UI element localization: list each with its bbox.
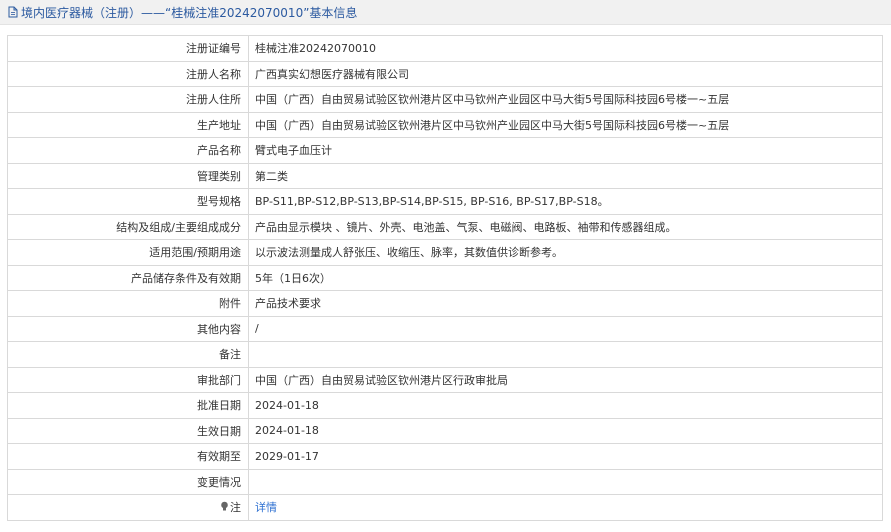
field-label: 产品储存条件及有效期 [7, 264, 249, 291]
field-label: 其他内容 [7, 315, 249, 342]
field-label: 产品名称 [7, 137, 249, 164]
field-value: 广西真实幻想医疗器械有限公司 [248, 60, 883, 87]
table-row: 生产地址 中国（广西）自由贸易试验区钦州港片区中马钦州产业园区中马大街5号国际科技… [7, 111, 883, 138]
table-row: 生效日期 2024-01-18 [7, 417, 883, 444]
table-row: 注 详情 [7, 494, 883, 521]
table-row: 管理类别 第二类 [7, 162, 883, 189]
table-row: 有效期至 2029-01-17 [7, 443, 883, 470]
field-label: 变更情况 [7, 468, 249, 495]
info-table: 注册证编号 桂械注准20242070010 注册人名称 广西真实幻想医疗器械有限公司注… [7, 35, 883, 521]
field-value: 2024-01-18 [248, 417, 883, 444]
table-row: 批准日期 2024-01-18 [7, 392, 883, 419]
field-value: 产品技术要求 [248, 290, 883, 317]
field-value: 臂式电子血压计 [248, 137, 883, 164]
note-value-cell: 详情 [248, 494, 883, 521]
field-label: 适用范围/预期用途 [7, 239, 249, 266]
table-row: 注册证编号 桂械注准20242070010 [7, 35, 883, 62]
table-row: 适用范围/预期用途 以示波法测量成人舒张压、收缩压、脉率，其数值供诊断参考。 [7, 239, 883, 266]
table-row: 备注 [7, 341, 883, 368]
field-value: 产品由显示模块 、镜片、外壳、电池盖、气泵、电磁阀、电路板、袖带和传感器组成。 [248, 213, 883, 240]
field-value: 2029-01-17 [248, 443, 883, 470]
field-label: 备注 [7, 341, 249, 368]
details-link[interactable]: 详情 [255, 501, 277, 514]
field-label: 生产地址 [7, 111, 249, 138]
field-label: 审批部门 [7, 366, 249, 393]
field-value: 中国（广西）自由贸易试验区钦州港片区行政审批局 [248, 366, 883, 393]
page-title: 境内医疗器械（注册）——“桂械注准20242070010”基本信息 [21, 5, 358, 20]
field-label: 注册人住所 [7, 86, 249, 113]
field-label: 注册人名称 [7, 60, 249, 87]
field-value: 5年（1日6次） [248, 264, 883, 291]
field-value: 2024-01-18 [248, 392, 883, 419]
table-row: 产品储存条件及有效期 5年（1日6次） [7, 264, 883, 291]
table-row: 型号规格 BP-S11,BP-S12,BP-S13,BP-S14,BP-S15, … [7, 188, 883, 215]
table-row: 其他内容 / [7, 315, 883, 342]
field-label: 生效日期 [7, 417, 249, 444]
field-label: 结构及组成/主要组成成分 [7, 213, 249, 240]
field-label: 附件 [7, 290, 249, 317]
table-row: 结构及组成/主要组成成分 产品由显示模块 、镜片、外壳、电池盖、气泵、电磁阀、电路… [7, 213, 883, 240]
note-label: 注 [230, 501, 241, 515]
note-label-cell: 注 [7, 494, 249, 521]
table-row: 产品名称 臂式电子血压计 [7, 137, 883, 164]
field-value: 以示波法测量成人舒张压、收缩压、脉率，其数值供诊断参考。 [248, 239, 883, 266]
table-row: 附件 产品技术要求 [7, 290, 883, 317]
field-value [248, 341, 883, 368]
document-icon [8, 6, 18, 18]
field-value: 中国（广西）自由贸易试验区钦州港片区中马钦州产业园区中马大街5号国际科技园6号楼… [248, 111, 883, 138]
field-value: / [248, 315, 883, 342]
field-value: BP-S11,BP-S12,BP-S13,BP-S14,BP-S15, BP-S… [248, 188, 883, 215]
field-value: 第二类 [248, 162, 883, 189]
field-label: 型号规格 [7, 188, 249, 215]
field-value: 中国（广西）自由贸易试验区钦州港片区中马钦州产业园区中马大街5号国际科技园6号楼… [248, 86, 883, 113]
table-row: 审批部门 中国（广西）自由贸易试验区钦州港片区行政审批局 [7, 366, 883, 393]
table-row: 注册人名称 广西真实幻想医疗器械有限公司 [7, 60, 883, 87]
field-label: 批准日期 [7, 392, 249, 419]
field-value: 桂械注准20242070010 [248, 35, 883, 62]
lightbulb-icon [221, 501, 228, 511]
field-value [248, 468, 883, 495]
field-label: 管理类别 [7, 162, 249, 189]
table-row: 注册人住所 中国（广西）自由贸易试验区钦州港片区中马钦州产业园区中马大街5号国际科… [7, 86, 883, 113]
field-label: 有效期至 [7, 443, 249, 470]
page-header: 境内医疗器械（注册）——“桂械注准20242070010”基本信息 [0, 0, 891, 25]
field-label: 注册证编号 [7, 35, 249, 62]
table-row: 变更情况 [7, 468, 883, 495]
